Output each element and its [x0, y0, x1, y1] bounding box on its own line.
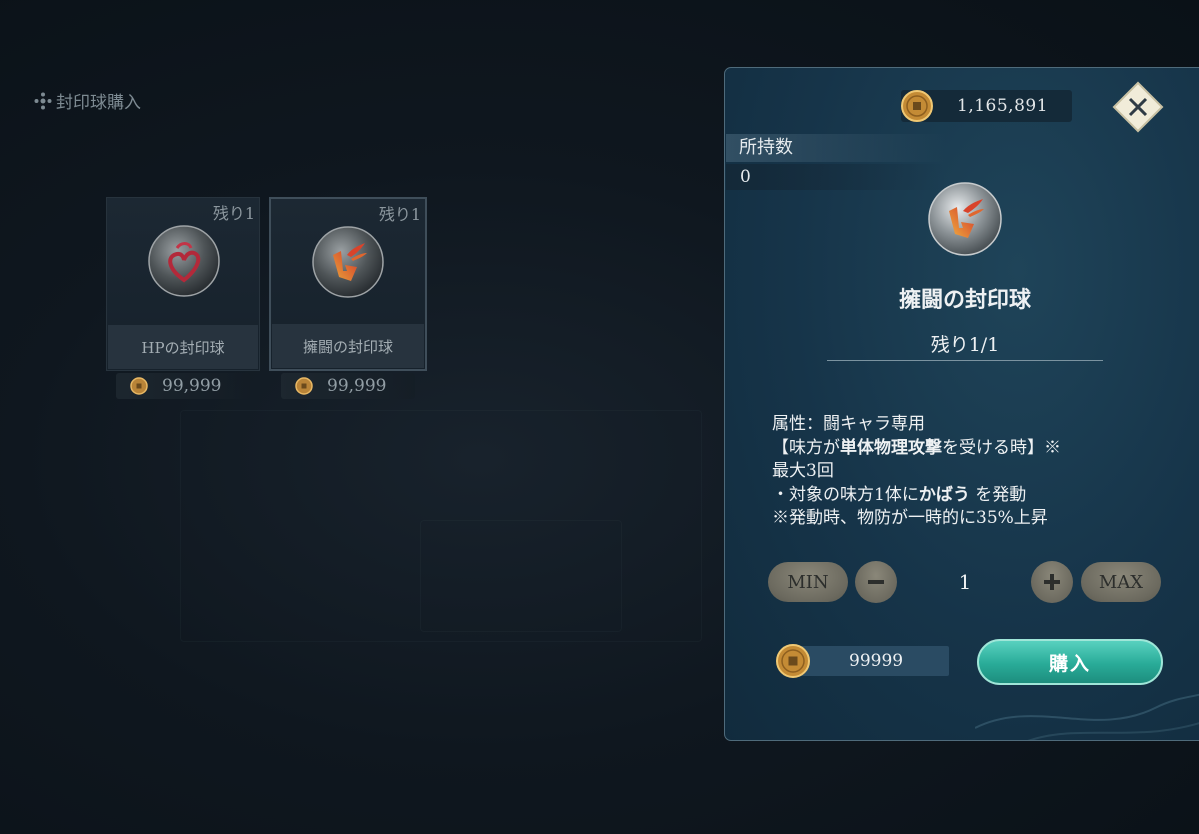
- currency-display: 1,165,891: [901, 90, 1072, 122]
- coin-icon: [776, 644, 810, 678]
- ornament-icon: [34, 92, 52, 110]
- description-line: ・対象の味方1体にかばう を発動: [772, 484, 1172, 508]
- description-text: 【味方が: [772, 437, 840, 458]
- remaining-count: 残り1: [212, 204, 255, 223]
- coin-icon: [901, 90, 933, 122]
- shop-item-price: 99,999: [281, 373, 415, 399]
- item-detail-panel: 1,165,891 所持数 0 擁闘の封印球 残り1/1 属性：闘キャラ専用 【: [724, 67, 1199, 741]
- price-value: 99,999: [327, 376, 387, 396]
- shop-item-card-guard[interactable]: 残り1 擁闘の封印球: [269, 197, 427, 371]
- description-line: 【味方が単体物理攻撃を受ける時】※: [772, 437, 1172, 461]
- decrease-quantity-button[interactable]: [855, 561, 897, 603]
- coin-icon: [130, 377, 148, 395]
- shop-item-price: 99,999: [116, 373, 250, 399]
- max-quantity-button[interactable]: MAX: [1081, 562, 1161, 602]
- price-value: 99,999: [162, 376, 222, 396]
- page-title: 封印球購入: [34, 88, 141, 113]
- coin-icon: [295, 377, 313, 395]
- description-keyword: かばう: [918, 484, 970, 505]
- shop-item-name: 擁闘の封印球: [272, 324, 424, 368]
- description-text: を発動: [969, 484, 1027, 505]
- hp-seal-orb-icon: [148, 225, 220, 297]
- remaining-count: 残り1: [378, 205, 421, 224]
- owned-count-value: 0: [726, 164, 946, 190]
- minus-icon: [868, 580, 884, 584]
- description-text: を受ける時】※: [942, 437, 1061, 458]
- description-line: ※発動時、物防が一時的に35%上昇: [772, 508, 1048, 528]
- guard-seal-orb-icon: [312, 226, 384, 298]
- description-line: 属性：闘キャラ専用: [772, 414, 925, 434]
- quantity-value: 1: [958, 570, 972, 594]
- divider: [827, 360, 1103, 361]
- increase-quantity-button[interactable]: [1031, 561, 1073, 603]
- description-text: ・対象の味方1体に: [772, 484, 919, 505]
- item-description: 属性：闘キャラ専用 【味方が単体物理攻撃を受ける時】※ 最大3回 ・対象の味方1…: [772, 413, 1172, 531]
- owned-count-label: 所持数: [726, 134, 946, 162]
- buy-button[interactable]: 購入: [977, 639, 1163, 685]
- min-quantity-button[interactable]: MIN: [768, 562, 848, 602]
- shop-item-name: HPの封印球: [108, 325, 258, 369]
- plus-icon: [1044, 574, 1060, 590]
- description-line: 最大3回: [772, 461, 834, 481]
- shop-item-card-hp[interactable]: 残り1 HPの封印球: [106, 197, 260, 371]
- description-keyword: 単体物理攻撃: [840, 437, 942, 458]
- guard-seal-orb-icon: [928, 182, 1002, 256]
- close-icon[interactable]: [1108, 77, 1168, 137]
- currency-value: 1,165,891: [957, 96, 1049, 116]
- total-cost-value: 99999: [849, 651, 904, 671]
- item-name: 擁闘の封印球: [898, 287, 1031, 313]
- page-title-text: 封印球購入: [56, 93, 141, 113]
- background-decoration: [420, 520, 622, 632]
- remaining-stock: 残り1/1: [930, 334, 1000, 356]
- total-cost-display: 99999: [776, 644, 949, 678]
